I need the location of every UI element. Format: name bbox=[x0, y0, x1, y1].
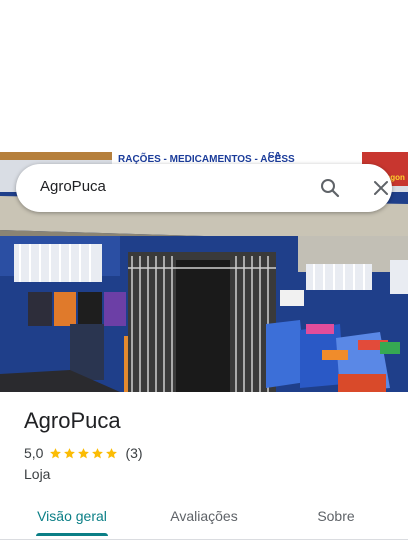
rating-row[interactable]: 5,0 (3) bbox=[24, 444, 143, 462]
star-icon bbox=[92, 447, 104, 458]
review-count[interactable]: (3) bbox=[125, 445, 142, 461]
search-bar[interactable]: AgroPuca bbox=[16, 164, 392, 212]
star-icon bbox=[50, 447, 62, 458]
search-icon[interactable] bbox=[318, 176, 342, 200]
tabs-divider bbox=[0, 539, 408, 540]
rating-value: 5,0 bbox=[24, 445, 44, 461]
tab-about[interactable]: Sobre bbox=[288, 496, 384, 536]
place-title: AgroPuca bbox=[24, 408, 121, 433]
active-tab-indicator bbox=[36, 533, 108, 536]
star-icon bbox=[78, 447, 90, 458]
map-blank-area bbox=[0, 0, 408, 152]
search-input[interactable]: AgroPuca bbox=[40, 178, 106, 195]
star-icon bbox=[64, 447, 76, 458]
tab-overview[interactable]: Visão geral bbox=[24, 496, 120, 536]
star-rating bbox=[49, 447, 119, 460]
close-icon[interactable] bbox=[369, 176, 393, 200]
star-icon bbox=[106, 447, 118, 458]
place-category: Loja bbox=[24, 466, 51, 482]
tab-reviews[interactable]: Avaliações bbox=[156, 496, 252, 536]
sign-fragment-top: CA bbox=[268, 152, 281, 160]
tab-bar: Visão geral Avaliações Sobre bbox=[0, 496, 408, 536]
